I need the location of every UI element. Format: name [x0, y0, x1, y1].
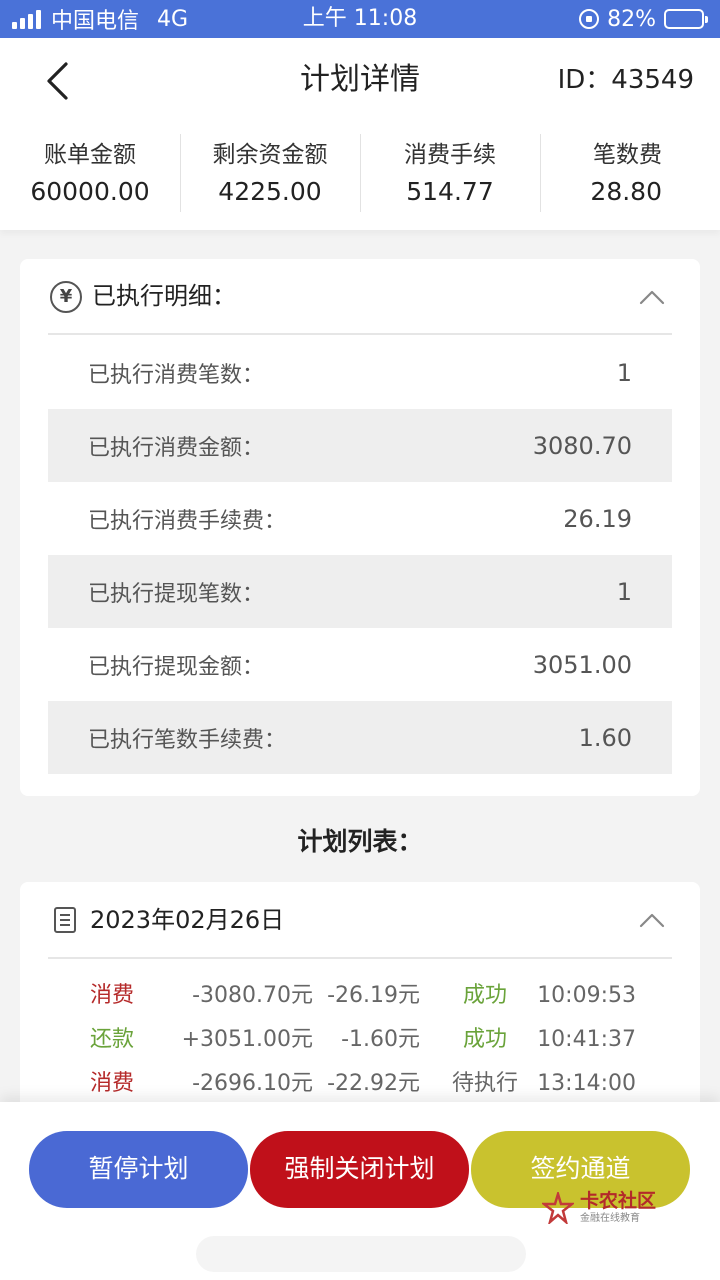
rotation-lock-icon	[579, 9, 600, 29]
transaction-status: 待执行	[451, 1071, 518, 1096]
transaction-row: 消费 -3080.70元 -26.19元 成功 10:09:53	[48, 974, 672, 1018]
detail-value: 1	[616, 577, 632, 606]
transaction-amount: -2696.10元	[192, 1071, 313, 1096]
summary-value: 28.80	[590, 177, 662, 206]
executed-details-header[interactable]: ¥ 已执行明细：	[48, 259, 672, 335]
detail-value: 3080.70	[532, 431, 632, 460]
detail-row: 已执行消费笔数： 1	[48, 336, 672, 409]
transaction-time: 10:41:37	[537, 1027, 636, 1052]
summary-value: 4225.00	[218, 177, 322, 206]
plan-date: 2023年02月26日	[90, 906, 285, 934]
detail-row: 已执行提现笔数： 1	[48, 555, 672, 628]
transaction-amount: -3080.70元	[192, 983, 313, 1008]
detail-label: 已执行消费笔数：	[88, 362, 265, 388]
detail-label: 已执行消费金额：	[88, 435, 265, 461]
battery-icon	[664, 9, 708, 29]
executed-details-list: 已执行消费笔数： 1 已执行消费金额： 3080.70 已执行消费手续费： 26…	[48, 336, 672, 774]
transaction-status: 成功	[462, 983, 507, 1008]
summary-label: 账单金额	[44, 142, 136, 168]
detail-row: 已执行提现金额： 3051.00	[48, 628, 672, 701]
yen-icon: ¥	[50, 281, 82, 313]
detail-label: 已执行笔数手续费：	[88, 727, 287, 753]
plan-list-heading: 计划列表：	[297, 827, 423, 856]
detail-row: 已执行消费金额： 3080.70	[48, 409, 672, 482]
summary-value: 514.77	[406, 177, 494, 206]
chevron-up-icon[interactable]	[638, 906, 666, 934]
summary-label: 笔数费	[593, 142, 662, 168]
watermark: 卡农社区 金融在线教育	[542, 1190, 656, 1226]
transaction-fee: -26.19元	[327, 983, 420, 1008]
transaction-time: 13:14:00	[537, 1071, 636, 1096]
transaction-list: 消费 -3080.70元 -26.19元 成功 10:09:53 还款 +305…	[48, 974, 672, 1106]
calendar-icon	[54, 907, 76, 933]
executed-details-card: ¥ 已执行明细： 已执行消费笔数： 1 已执行消费金额： 3080.70 已执行…	[20, 259, 700, 796]
transaction-type: 消费	[90, 983, 135, 1008]
status-bar: 中国电信 4G 上午 11:08 82%	[0, 0, 720, 38]
executed-details-title: 已执行明细：	[92, 282, 236, 310]
home-indicator	[196, 1236, 526, 1272]
transaction-status: 成功	[462, 1027, 507, 1052]
transaction-fee: -1.60元	[341, 1027, 420, 1052]
pause-plan-button[interactable]: 暂停计划	[29, 1131, 248, 1208]
watermark-name: 卡农社区	[580, 1190, 657, 1212]
detail-value: 1	[616, 358, 632, 387]
plan-id: ID：43549	[557, 65, 694, 95]
chevron-up-icon[interactable]	[638, 283, 666, 311]
detail-label: 已执行消费手续费：	[88, 508, 287, 534]
summary-consume-fee: 消费手续 514.77	[360, 126, 540, 230]
detail-label: 已执行提现笔数：	[88, 581, 265, 607]
summary-bill-amount: 账单金额 60000.00	[0, 126, 180, 230]
transaction-type: 还款	[90, 1027, 135, 1052]
status-right: 82%	[579, 0, 708, 38]
summary-count-fee: 笔数费 28.80	[540, 126, 720, 230]
battery-percent: 82%	[607, 6, 656, 32]
detail-row: 已执行消费手续费： 26.19	[48, 482, 672, 555]
detail-value: 26.19	[563, 504, 632, 533]
transaction-amount: +3051.00元	[181, 1027, 313, 1052]
summary-bar: 账单金额 60000.00 剩余资金额 4225.00 消费手续 514.77 …	[0, 126, 720, 230]
force-close-plan-button[interactable]: 强制关闭计划	[250, 1131, 469, 1208]
summary-remaining-funds: 剩余资金额 4225.00	[180, 126, 360, 230]
detail-value: 3051.00	[532, 650, 632, 679]
bottom-action-bar: 暂停计划 强制关闭计划 签约通道 卡农社区 金融在线教育	[0, 1102, 720, 1280]
summary-value: 60000.00	[30, 177, 150, 206]
transaction-type: 消费	[90, 1071, 135, 1096]
transaction-time: 10:09:53	[537, 983, 636, 1008]
summary-label: 剩余资金额	[212, 142, 328, 168]
transaction-fee: -22.92元	[327, 1071, 420, 1096]
watermark-tagline: 金融在线教育	[580, 1213, 640, 1224]
transaction-row: 还款 +3051.00元 -1.60元 成功 10:41:37	[48, 1018, 672, 1062]
watermark-logo-icon	[542, 1192, 574, 1224]
transaction-row: 消费 -2696.10元 -22.92元 待执行 13:14:00	[48, 1062, 672, 1106]
detail-row: 已执行笔数手续费： 1.60	[48, 701, 672, 774]
detail-value: 1.60	[578, 723, 632, 752]
nav-header: 计划详情 ID：43549	[0, 38, 720, 126]
detail-label: 已执行提现金额：	[88, 654, 265, 680]
summary-label: 消费手续	[404, 142, 496, 168]
plan-day-header[interactable]: 2023年02月26日	[48, 882, 672, 959]
